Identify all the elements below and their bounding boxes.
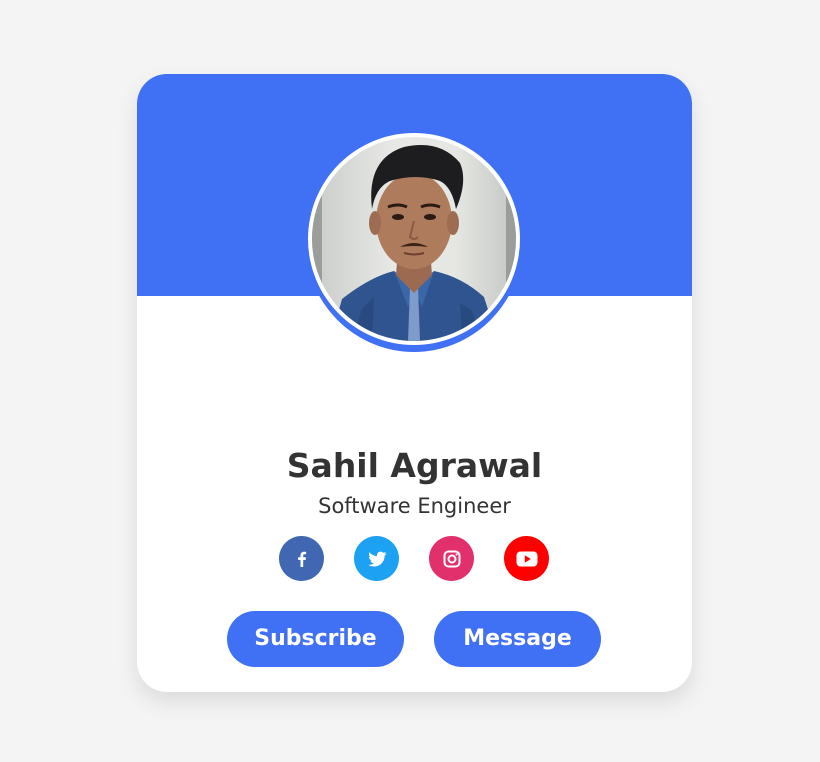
profile-job-title: Software Engineer (318, 494, 511, 518)
instagram-link[interactable] (429, 536, 474, 581)
facebook-icon (297, 551, 306, 567)
subscribe-button[interactable]: Subscribe (227, 611, 404, 667)
message-button[interactable]: Message (434, 611, 601, 667)
instagram-icon (443, 550, 460, 567)
twitter-icon (367, 551, 387, 567)
facebook-link[interactable] (279, 536, 324, 581)
twitter-link[interactable] (354, 536, 399, 581)
profile-name: Sahil Agrawal (286, 446, 543, 485)
avatar-photo (312, 137, 516, 341)
avatar (305, 130, 523, 352)
person-photo-illustration (312, 137, 516, 341)
profile-card: Sahil Agrawal Software Engineer Subscrib… (137, 74, 692, 692)
youtube-icon (516, 551, 537, 566)
youtube-link[interactable] (504, 536, 549, 581)
